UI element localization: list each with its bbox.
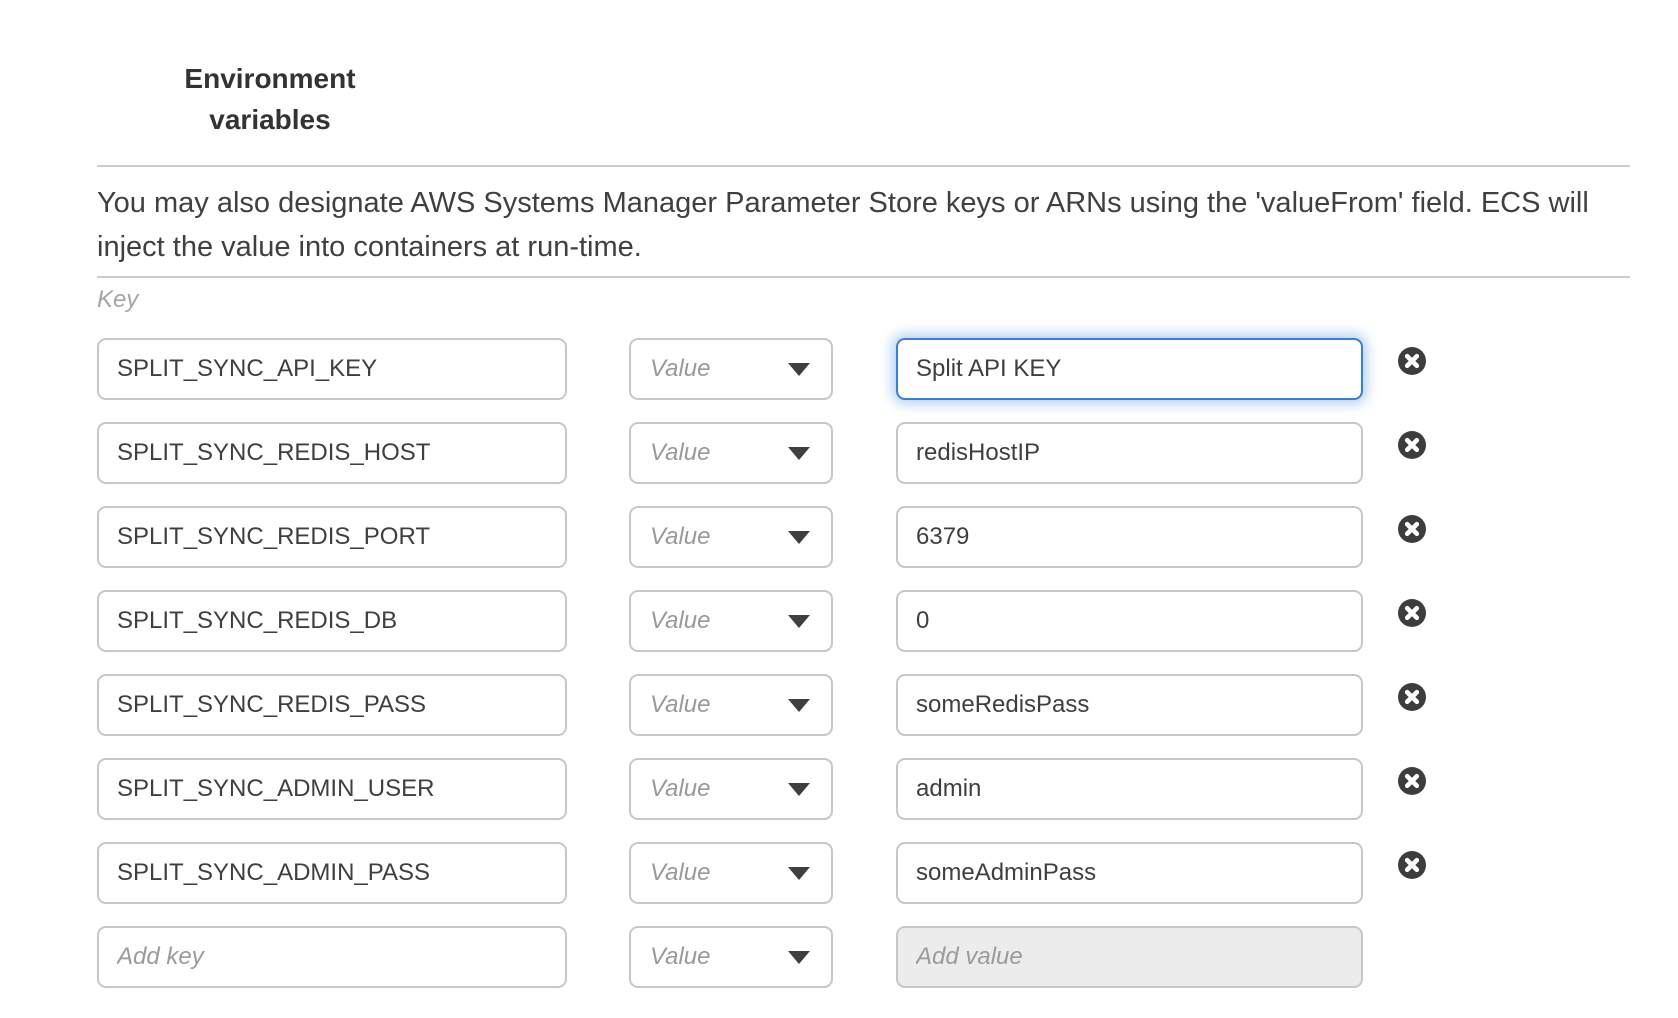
value-type-dropdown[interactable]: Value <box>629 674 833 736</box>
env-value-input[interactable] <box>896 422 1363 484</box>
remove-row-button[interactable] <box>1398 347 1426 375</box>
value-type-dropdown[interactable]: Value <box>629 422 833 484</box>
env-key-input[interactable] <box>97 422 567 484</box>
env-var-row: Value <box>97 842 1630 904</box>
env-var-row: Value <box>97 590 1630 652</box>
chevron-down-icon <box>788 867 810 880</box>
env-value-input[interactable] <box>896 842 1363 904</box>
env-key-input[interactable] <box>97 590 567 652</box>
chevron-down-icon <box>788 615 810 628</box>
middle-divider <box>97 276 1630 278</box>
chevron-down-icon <box>788 447 810 460</box>
circle-x-icon <box>1398 767 1426 795</box>
chevron-down-icon <box>788 531 810 544</box>
circle-x-icon <box>1398 599 1426 627</box>
env-var-row: Value <box>97 338 1630 400</box>
remove-row-button[interactable] <box>1398 683 1426 711</box>
form-content: You may also designate AWS Systems Manag… <box>97 165 1630 1010</box>
circle-x-icon <box>1398 515 1426 543</box>
remove-row-button[interactable] <box>1398 767 1426 795</box>
env-var-add-row: Value <box>97 926 1630 988</box>
value-type-selected: Value <box>650 508 711 566</box>
chevron-down-icon <box>788 951 810 964</box>
env-key-input[interactable] <box>97 842 567 904</box>
value-type-dropdown[interactable]: Value <box>629 338 833 400</box>
value-type-selected: Value <box>650 928 711 986</box>
env-key-input[interactable] <box>97 758 567 820</box>
value-type-selected: Value <box>650 844 711 902</box>
value-type-selected: Value <box>650 676 711 734</box>
remove-row-button[interactable] <box>1398 515 1426 543</box>
remove-row-button[interactable] <box>1398 431 1426 459</box>
env-var-row: Value <box>97 758 1630 820</box>
env-key-input[interactable] <box>97 338 567 400</box>
env-value-input[interactable] <box>896 758 1363 820</box>
chevron-down-icon <box>788 783 810 796</box>
value-type-dropdown[interactable]: Value <box>629 842 833 904</box>
value-type-dropdown[interactable]: Value <box>629 758 833 820</box>
env-variables-form: Environment variables You may also desig… <box>0 0 1678 1018</box>
circle-x-icon <box>1398 347 1426 375</box>
value-type-dropdown[interactable]: Value <box>629 926 833 988</box>
add-key-input[interactable] <box>97 926 567 988</box>
circle-x-icon <box>1398 683 1426 711</box>
env-value-input[interactable] <box>896 674 1363 736</box>
env-value-input[interactable] <box>896 506 1363 568</box>
env-key-input[interactable] <box>97 674 567 736</box>
chevron-down-icon <box>788 363 810 376</box>
value-type-selected: Value <box>650 424 711 482</box>
remove-row-button[interactable] <box>1398 599 1426 627</box>
key-column-label: Key <box>97 286 1630 316</box>
value-type-dropdown[interactable]: Value <box>629 590 833 652</box>
remove-row-button[interactable] <box>1398 851 1426 879</box>
value-type-selected: Value <box>650 592 711 650</box>
env-key-input[interactable] <box>97 506 567 568</box>
env-var-row: Value <box>97 674 1630 736</box>
circle-x-icon <box>1398 851 1426 879</box>
env-value-input[interactable] <box>896 590 1363 652</box>
env-var-row: Value <box>97 422 1630 484</box>
env-var-rows: Value Value <box>97 338 1630 988</box>
env-value-input[interactable] <box>896 338 1363 400</box>
chevron-down-icon <box>788 699 810 712</box>
description-text: You may also designate AWS Systems Manag… <box>97 167 1630 276</box>
env-var-row: Value <box>97 506 1630 568</box>
add-value-input[interactable] <box>896 926 1363 988</box>
circle-x-icon <box>1398 431 1426 459</box>
section-label: Environment variables <box>170 58 370 140</box>
value-type-selected: Value <box>650 760 711 818</box>
value-type-dropdown[interactable]: Value <box>629 506 833 568</box>
value-type-selected: Value <box>650 340 711 398</box>
